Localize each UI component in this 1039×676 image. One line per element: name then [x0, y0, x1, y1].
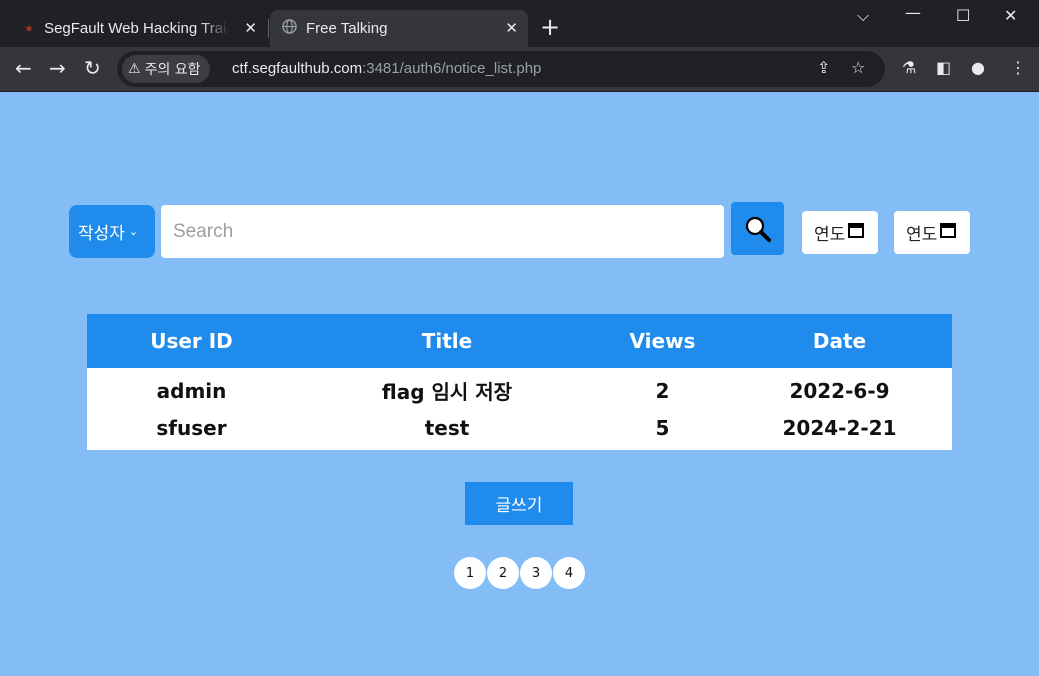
labs-flask-icon[interactable]: ⚗ [902, 58, 916, 77]
close-icon[interactable]: ✕ [505, 19, 518, 37]
url-path: :3481/auth6/notice_list.php [362, 60, 542, 77]
browser-toolbar: ← → ↻ ⚠ 주의 요함 ctf.segfaulthub.com:3481/a… [0, 47, 1039, 92]
url-text[interactable]: ctf.segfaulthub.com:3481/auth6/notice_li… [232, 60, 541, 77]
cell-user-id: sfuser [156, 415, 227, 440]
cell-views: 5 [655, 415, 670, 440]
table-header-row: User ID Title Views Date [87, 314, 952, 368]
globe-icon [282, 19, 297, 38]
date-from-label: 연도 [814, 225, 846, 245]
cell-user-id: admin [156, 378, 227, 403]
share-icon[interactable]: ⇪ [817, 58, 830, 77]
tab-free-talking[interactable]: Free Talking ✕ [270, 10, 528, 47]
column-header-views: Views [598, 314, 727, 368]
date-to-label: 연도 [906, 225, 938, 245]
cell-views: 2 [655, 378, 670, 403]
page-button-4[interactable]: 4 [553, 557, 585, 589]
table-row[interactable]: sfuser test 5 2024-2-21 [87, 409, 952, 450]
warning-icon: ⚠ [128, 61, 141, 77]
pagination: 1 2 3 4 [454, 557, 586, 589]
column-header-date: Date [727, 314, 952, 368]
close-icon[interactable]: ✕ [244, 19, 257, 37]
minimize-icon[interactable]: — [905, 3, 921, 22]
chevron-down-icon: ⌄ [128, 225, 139, 238]
window-close-icon[interactable]: ✕ [1004, 6, 1017, 25]
search-icon [745, 216, 771, 242]
forward-icon[interactable]: → [49, 57, 66, 79]
cell-date: 2024-2-21 [782, 415, 897, 440]
table-row[interactable]: admin flag 임시 저장 2 2022-6-9 [87, 368, 952, 409]
side-panel-icon[interactable]: ◧ [936, 58, 951, 77]
search-button[interactable] [731, 202, 784, 255]
cell-title-link[interactable]: test [296, 409, 598, 450]
maximize-icon[interactable]: ☐ [956, 6, 970, 25]
cell-title-link[interactable]: flag 임시 저장 [296, 368, 598, 409]
search-filter-value: 작성자 [78, 224, 125, 244]
tab-segfault[interactable]: ✶ SegFault Web Hacking Training ✕ [14, 10, 267, 47]
cell-date: 2022-6-9 [789, 378, 890, 403]
reload-icon[interactable]: ↻ [84, 57, 101, 79]
tab-divider [268, 19, 269, 38]
calendar-icon [940, 222, 957, 243]
new-tab-icon[interactable]: + [540, 14, 560, 40]
page-content: 작성자 ⌄ 연도 연도 User ID Title Views Date [0, 93, 1039, 676]
tab-search-icon[interactable]: ⌵ [857, 6, 869, 26]
page-button-1[interactable]: 1 [454, 557, 486, 589]
menu-kebab-icon[interactable]: ⋮ [1010, 58, 1026, 77]
bookmark-star-icon[interactable]: ☆ [851, 58, 865, 77]
segfault-favicon-icon: ✶ [24, 21, 35, 36]
back-icon[interactable]: ← [15, 57, 32, 79]
column-header-title: Title [296, 314, 598, 368]
column-header-user-id: User ID [87, 314, 296, 368]
search-input[interactable] [161, 205, 724, 258]
search-filter-select[interactable]: 작성자 ⌄ [69, 205, 155, 258]
calendar-icon [848, 222, 865, 243]
url-host: ctf.segfaulthub.com [232, 60, 363, 77]
date-to-input[interactable]: 연도 [894, 211, 970, 254]
date-from-input[interactable]: 연도 [802, 211, 878, 254]
notice-table: User ID Title Views Date admin flag 임시 저… [87, 314, 952, 450]
write-post-button[interactable]: 글쓰기 [465, 482, 573, 525]
security-chip[interactable]: ⚠ 주의 요함 [122, 55, 210, 83]
tab-title: Free Talking [306, 20, 388, 37]
tab-title: SegFault Web Hacking Training [44, 20, 229, 37]
security-chip-label: 주의 요함 [144, 62, 201, 78]
page-button-2[interactable]: 2 [487, 557, 519, 589]
address-bar[interactable]: ⚠ 주의 요함 ctf.segfaulthub.com:3481/auth6/n… [117, 51, 885, 87]
browser-titlebar: ✶ SegFault Web Hacking Training ✕ Free T… [0, 0, 1039, 47]
profile-icon[interactable]: ● [971, 58, 985, 77]
page-button-3[interactable]: 3 [520, 557, 552, 589]
